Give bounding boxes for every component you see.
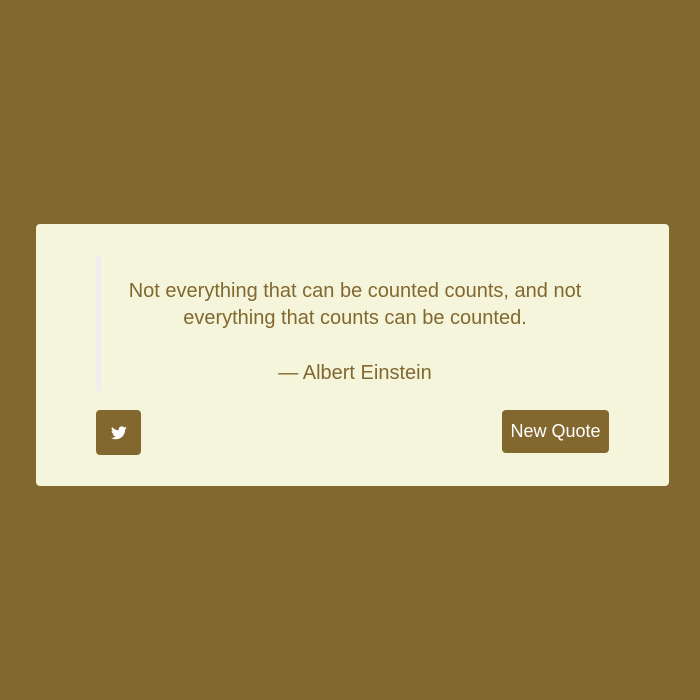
quote-blockquote: Not everything that can be counted count… [96,255,609,391]
quote-author: — Albert Einstein [278,362,432,384]
quote-card: Not everything that can be counted count… [36,224,669,486]
quote-text: Not everything that can be counted count… [128,280,582,329]
tweet-button[interactable] [96,410,141,455]
new-quote-button[interactable]: New Quote [502,410,609,453]
twitter-icon [110,425,127,440]
